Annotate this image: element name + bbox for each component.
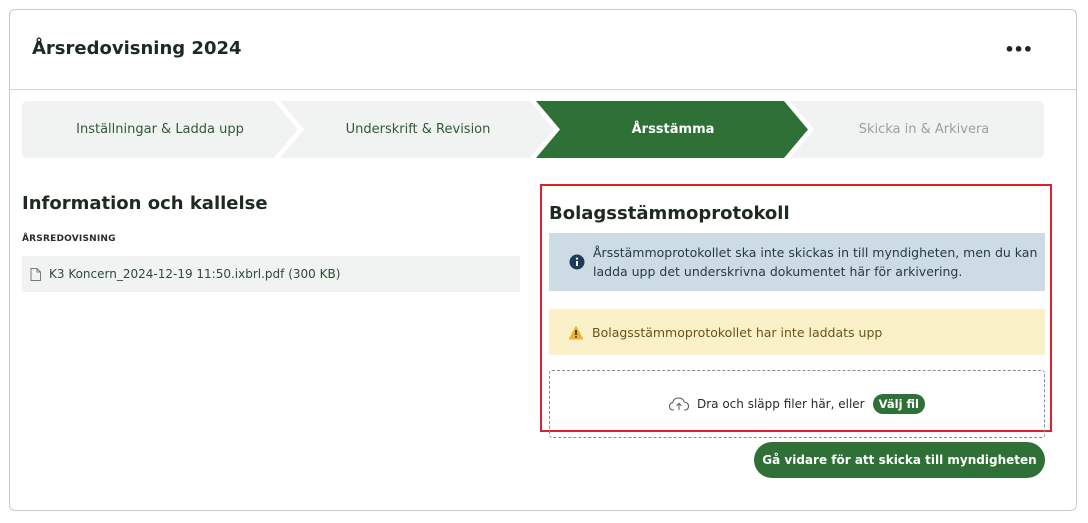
page-title: Årsredovisning 2024 bbox=[32, 38, 242, 59]
panel-heading: Bolagsstämmoprotokoll bbox=[549, 203, 790, 224]
continue-to-authority-button[interactable]: Gå vidare för att skicka till myndighete… bbox=[754, 442, 1045, 478]
warning-text: Bolagsstämmoprotokollet har inte laddats… bbox=[592, 324, 883, 340]
cloud-upload-icon bbox=[669, 397, 689, 411]
choose-file-button[interactable]: Välj fil bbox=[872, 394, 925, 414]
file-name: K3 Koncern_2024-12-19 11:50.ixbrl.pdf (3… bbox=[49, 267, 341, 281]
card-header: Årsredovisning 2024 ••• bbox=[10, 10, 1076, 90]
info-icon bbox=[569, 254, 585, 270]
step-label: Underskrift & Revision bbox=[345, 122, 491, 137]
step-annual-meeting[interactable]: Årsstämma bbox=[548, 101, 798, 158]
information-section: Information och kallelse ÅRSREDOVISNING … bbox=[22, 193, 520, 292]
progress-stepper: Inställningar & Ladda upp Underskrift & … bbox=[22, 101, 1044, 158]
file-item[interactable]: K3 Koncern_2024-12-19 11:50.ixbrl.pdf (3… bbox=[22, 256, 520, 292]
dropzone-text: Dra och släpp filer här, eller bbox=[697, 397, 865, 411]
meeting-protocol-panel: Bolagsstämmoprotokoll Årsstämmoprotokoll… bbox=[540, 184, 1052, 438]
step-label: Inställningar & Ladda upp bbox=[76, 122, 244, 137]
step-settings-upload[interactable]: Inställningar & Ladda upp bbox=[22, 101, 298, 158]
step-label: Skicka in & Arkivera bbox=[858, 122, 990, 137]
step-submit-archive: Skicka in & Arkivera bbox=[804, 101, 1044, 158]
info-alert: Årsstämmoprotokollet ska inte skickas in… bbox=[549, 233, 1045, 291]
warning-alert: Bolagsstämmoprotokollet har inte laddats… bbox=[549, 309, 1045, 355]
section-heading: Information och kallelse bbox=[22, 193, 268, 214]
warning-icon bbox=[568, 325, 584, 339]
more-options-button[interactable]: ••• bbox=[1004, 40, 1033, 59]
group-label: ÅRSREDOVISNING bbox=[22, 234, 116, 244]
step-label: Årsstämma bbox=[631, 122, 715, 137]
file-dropzone[interactable]: Dra och släpp filer här, eller Välj fil bbox=[549, 370, 1045, 438]
step-signature-audit[interactable]: Underskrift & Revision bbox=[292, 101, 544, 158]
info-text: Årsstämmoprotokollet ska inte skickas in… bbox=[593, 245, 1038, 279]
file-icon bbox=[30, 267, 41, 281]
